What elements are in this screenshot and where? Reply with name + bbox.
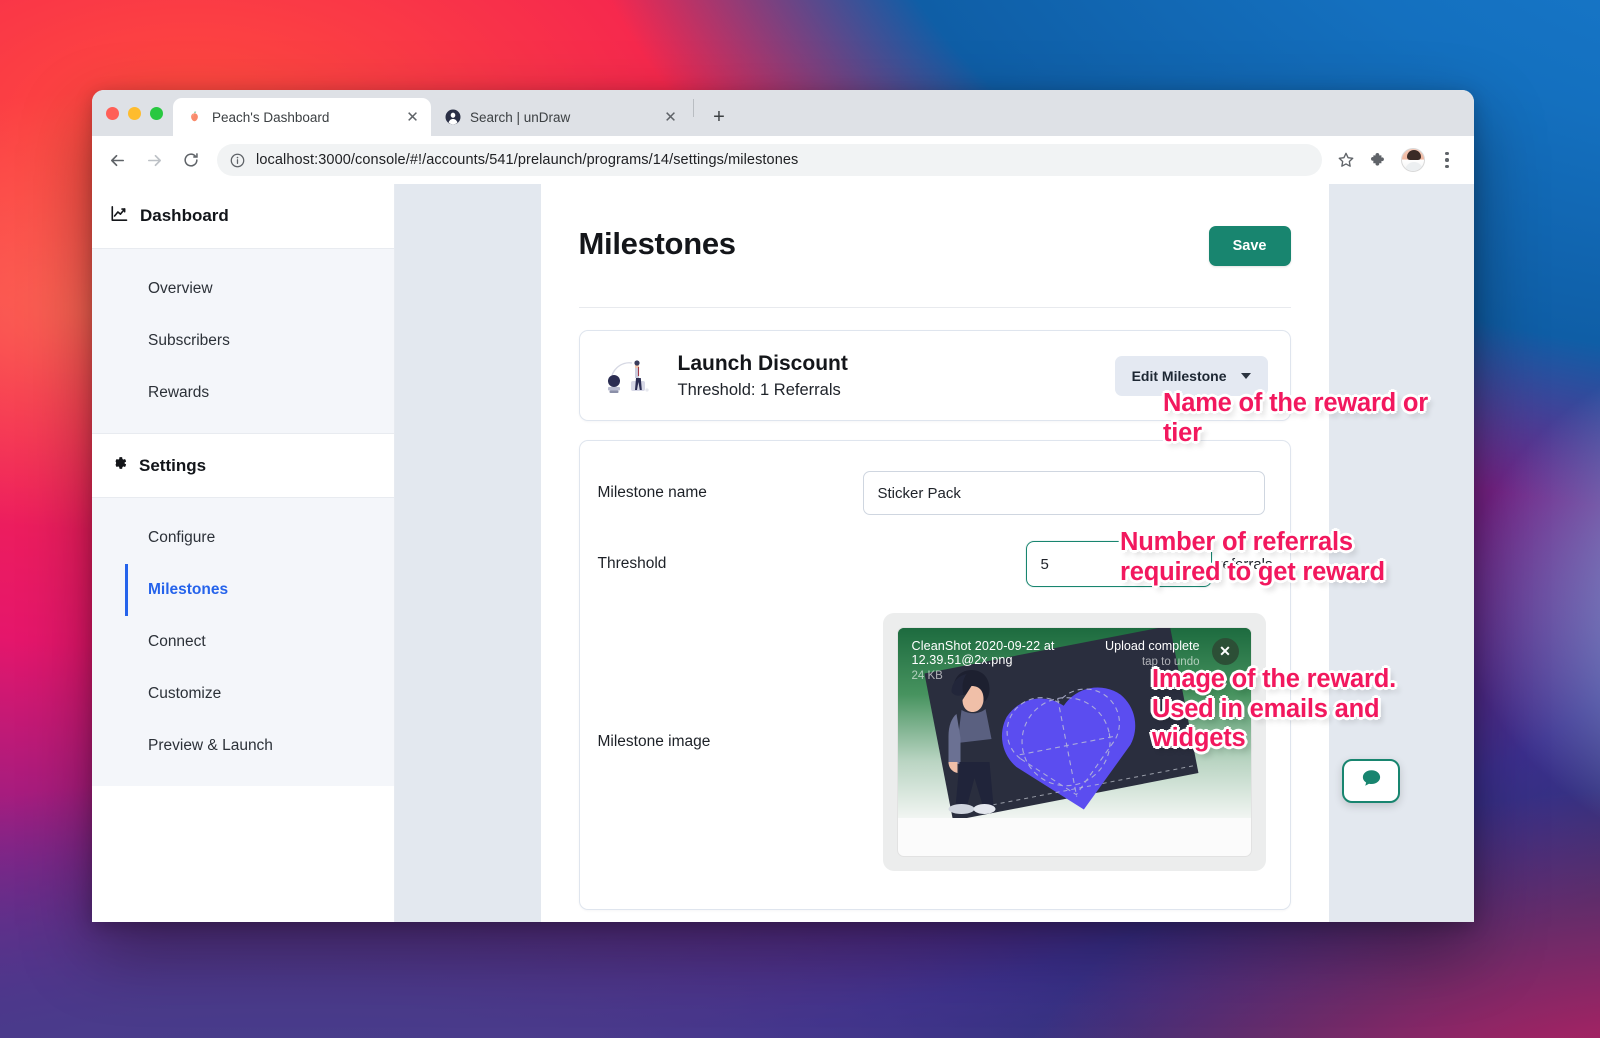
gear-icon <box>110 454 128 477</box>
sidebar-item-rewards[interactable]: Rewards <box>125 367 394 419</box>
tab-peachs-dashboard[interactable]: Peach's Dashboard ✕ <box>173 98 431 136</box>
milestone-name-label: Milestone name <box>597 484 707 502</box>
chat-widget-button[interactable] <box>1342 759 1400 803</box>
chat-bubble-icon <box>1360 767 1383 795</box>
upload-filename: CleanShot 2020-09-22 at 12.39.51@2x.png <box>911 639 1055 668</box>
edit-milestone-button[interactable]: Edit Milestone <box>1114 355 1268 396</box>
remove-upload-button[interactable]: ✕ <box>1211 638 1239 666</box>
puzzle-icon[interactable] <box>1364 144 1394 176</box>
app-sidebar: Dashboard Overview Subscribers Rewards S… <box>92 184 395 922</box>
upload-file-info: CleanShot 2020-09-22 at 12.39.51@2x.png … <box>912 639 1105 682</box>
back-button[interactable] <box>100 143 134 177</box>
sidebar-item-preview-launch[interactable]: Preview & Launch <box>125 720 394 772</box>
star-icon[interactable] <box>1331 144 1361 176</box>
url-text: localhost:3000/console/#!/accounts/541/p… <box>256 152 799 168</box>
new-tab-button[interactable]: + <box>704 102 734 132</box>
form-row-threshold: Threshold referrals <box>597 541 1273 588</box>
reload-button[interactable] <box>174 143 208 177</box>
sidebar-item-overview[interactable]: Overview <box>125 263 394 315</box>
close-tab-button[interactable]: ✕ <box>662 109 679 126</box>
upload-undo-hint: tap to undo <box>1141 656 1200 669</box>
sidebar-sublist-dashboard: Overview Subscribers Rewards <box>92 249 394 433</box>
profile-avatar[interactable] <box>1401 148 1425 172</box>
form-row-image: Milestone image CleanShot 2020-09-22 at … <box>597 613 1266 872</box>
sidebar-item-customize[interactable]: Customize <box>125 668 394 720</box>
milestone-thumbnail <box>601 353 660 398</box>
close-tab-button[interactable]: ✕ <box>404 109 421 126</box>
window-traffic-lights <box>104 90 173 136</box>
sidebar-item-connect[interactable]: Connect <box>125 616 394 668</box>
tab-title: Search | unDraw <box>470 109 571 125</box>
page-viewport: Dashboard Overview Subscribers Rewards S… <box>92 184 1474 922</box>
tab-search-undraw[interactable]: Search | unDraw ✕ <box>431 98 689 136</box>
milestone-edit-form: Milestone name Threshold referrals Miles <box>578 440 1291 911</box>
tab-title: Peach's Dashboard <box>212 109 330 125</box>
undraw-icon <box>444 109 461 126</box>
threshold-label: Threshold <box>597 555 667 573</box>
save-button[interactable]: Save <box>1208 226 1291 266</box>
milestone-name: Launch Discount <box>677 352 848 375</box>
browser-window: Peach's Dashboard ✕ Search | unDraw ✕ + <box>92 90 1474 922</box>
sidebar-filler <box>92 786 394 922</box>
sidebar-group-settings[interactable]: Settings <box>92 433 394 498</box>
upload-filesize: 24 KB <box>911 670 943 683</box>
threshold-input[interactable] <box>1025 541 1212 588</box>
milestone-summary-card: Launch Discount Threshold: 1 Referrals E… <box>578 330 1291 422</box>
close-window-button[interactable] <box>106 106 119 120</box>
address-bar[interactable]: localhost:3000/console/#!/accounts/541/p… <box>217 144 1322 176</box>
desktop-wallpaper: Peach's Dashboard ✕ Search | unDraw ✕ + <box>0 0 1600 1038</box>
upload-status: Upload complete <box>1104 639 1200 654</box>
form-row-name: Milestone name <box>597 471 1266 516</box>
sidebar-sublist-settings: Configure Milestones Connect Customize P… <box>92 498 394 786</box>
sidebar-item-configure[interactable]: Configure <box>125 512 394 564</box>
milestone-name-input[interactable] <box>862 471 1265 516</box>
upload-preview: CleanShot 2020-09-22 at 12.39.51@2x.png … <box>896 627 1252 858</box>
milestone-summary-text: Launch Discount Threshold: 1 Referrals <box>678 351 1097 400</box>
header-divider <box>578 307 1291 308</box>
edit-milestone-label: Edit Milestone <box>1131 367 1227 384</box>
sidebar-item-subscribers[interactable]: Subscribers <box>125 315 394 367</box>
peach-icon <box>186 109 203 126</box>
browser-toolbar: localhost:3000/console/#!/accounts/541/p… <box>92 136 1474 184</box>
settings-panel: Milestones Save Launch Discount Threshol… <box>540 184 1329 922</box>
sidebar-group-label: Settings <box>139 455 207 475</box>
chevron-down-icon <box>1240 372 1251 379</box>
chart-line-icon <box>110 204 129 228</box>
tab-divider <box>693 99 694 117</box>
uploaded-image: CleanShot 2020-09-22 at 12.39.51@2x.png … <box>897 628 1251 819</box>
threshold-input-group: referrals <box>1025 541 1273 588</box>
upload-status-bar: CleanShot 2020-09-22 at 12.39.51@2x.png … <box>898 628 1251 686</box>
maximize-window-button[interactable] <box>150 106 163 120</box>
milestone-threshold-text: Threshold: 1 Referrals <box>677 381 841 400</box>
threshold-unit-label: referrals <box>1217 555 1273 573</box>
content-area: Milestones Save Launch Discount Threshol… <box>395 184 1474 922</box>
page-header: Milestones Save <box>579 226 1291 266</box>
sidebar-group-label: Dashboard <box>140 206 229 225</box>
sidebar-item-milestones[interactable]: Milestones <box>125 564 394 616</box>
kebab-menu-icon[interactable] <box>1432 144 1462 176</box>
sidebar-group-dashboard[interactable]: Dashboard <box>92 184 394 249</box>
page-title: Milestones <box>578 226 737 261</box>
upload-status-text: Upload complete tap to undo <box>1105 639 1200 668</box>
milestone-image-uploader[interactable]: CleanShot 2020-09-22 at 12.39.51@2x.png … <box>882 613 1266 872</box>
milestone-image-label: Milestone image <box>597 733 711 751</box>
forward-button[interactable] <box>137 143 171 177</box>
tab-strip: Peach's Dashboard ✕ Search | unDraw ✕ + <box>92 90 1474 136</box>
minimize-window-button[interactable] <box>128 106 141 120</box>
info-icon <box>229 152 246 169</box>
